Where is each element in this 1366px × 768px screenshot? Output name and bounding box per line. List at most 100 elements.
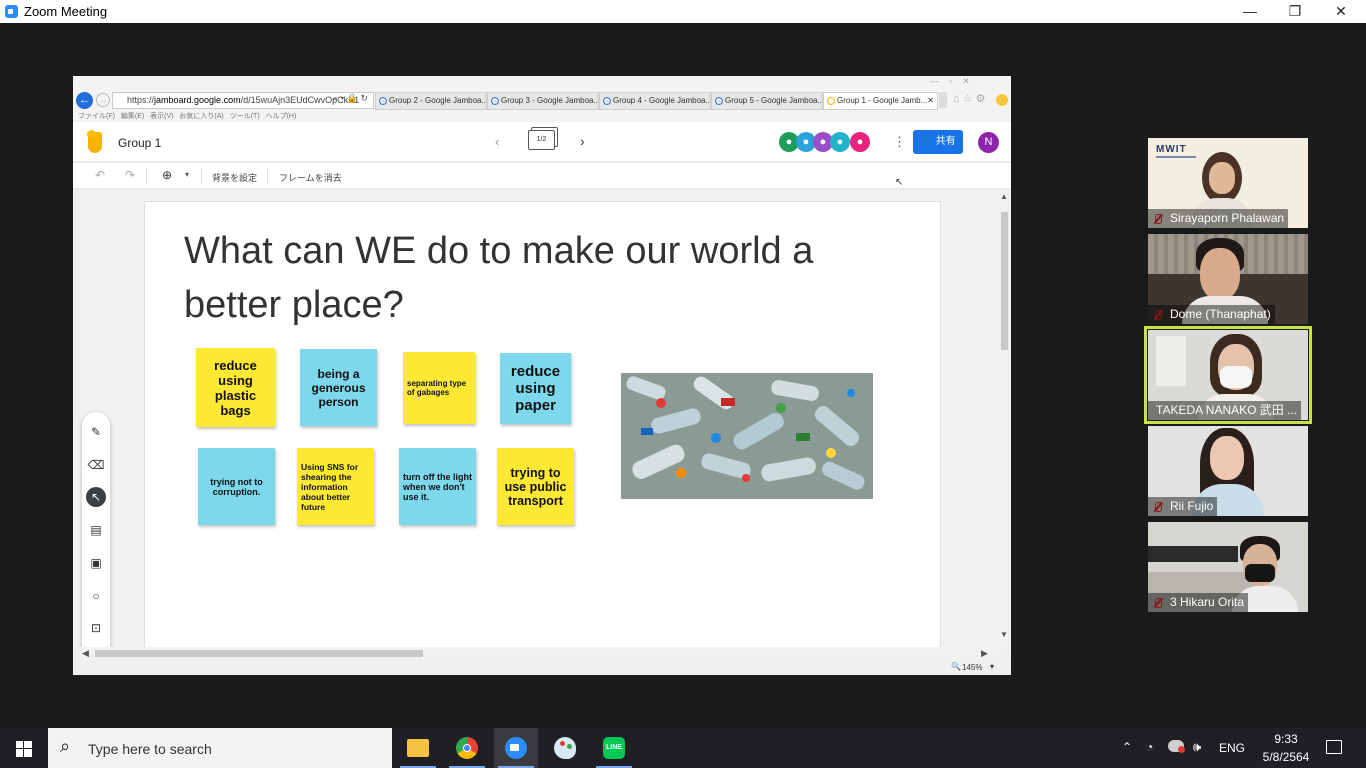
taskbar-zoom[interactable] (494, 728, 538, 768)
notification-center-icon[interactable] (1326, 740, 1342, 754)
back-button[interactable]: ← (76, 92, 93, 109)
scroll-down-icon[interactable]: ▼ (1000, 630, 1008, 639)
search-placeholder: Type here to search (88, 741, 212, 757)
sticky-note[interactable]: reduce using plastic bags (196, 348, 275, 427)
volume-icon[interactable]: 🕪 (1193, 739, 1201, 755)
frame-counter[interactable]: 1/2 (528, 130, 555, 150)
jamboard-toolbar: ↶ ↷ ⊕ ▾ 背景を設定 フレームを消去 ↖ (73, 163, 1011, 189)
horizontal-scrollbar[interactable]: ◀ ▶ (73, 647, 998, 660)
browser-tab[interactable]: Group 4 - Google Jamboa... (599, 92, 711, 110)
browser-menu-bar[interactable]: ファイル(F) 編集(E) 表示(V) お気に入り(A) ツール(T) ヘルプ(… (73, 111, 1011, 122)
zoom-icon[interactable]: ⊕ (162, 168, 172, 182)
undo-icon[interactable]: ↶ (95, 168, 105, 182)
taskbar-search-box[interactable]: ⌕ Type here to search (48, 728, 392, 768)
jamboard-frame[interactable]: What can WE do to make our world a bette… (144, 201, 941, 651)
smiley-icon[interactable] (996, 94, 1008, 106)
browser-tab-active[interactable]: Group 1 - Google Jamb... ✕ (823, 92, 938, 110)
taskbar-file-explorer[interactable] (396, 728, 440, 768)
taskbar-paint[interactable] (543, 728, 587, 768)
file-explorer-icon (407, 739, 429, 757)
plastic-bottles-image[interactable] (621, 373, 873, 499)
zoom-dropdown-icon[interactable]: ▾ (185, 170, 189, 179)
sticky-note[interactable]: trying not to corruption. (198, 448, 275, 525)
participant-video-active[interactable]: TAKEDA NANAKO 武田 ... (1148, 330, 1308, 420)
next-frame-icon[interactable]: › (580, 133, 585, 149)
select-icon[interactable]: ↖ (86, 487, 106, 507)
window-title: Zoom Meeting (24, 4, 108, 19)
browser-tab[interactable]: Group 3 - Google Jamboa... (487, 92, 599, 110)
scroll-thumb[interactable] (95, 650, 423, 657)
more-options-icon[interactable]: ⋮ (893, 134, 906, 150)
participant-video[interactable]: Rii Fujio (1148, 426, 1308, 516)
eraser-icon[interactable]: ⌫ (86, 455, 106, 475)
line-app-icon: LINE (603, 737, 625, 759)
tab-favicon-icon (715, 97, 723, 105)
home-star-gear-icons[interactable]: ⌂ ☆ ⚙ (953, 92, 985, 105)
clock-time[interactable]: 9:33 (1259, 732, 1313, 746)
pen-icon[interactable]: ✎ (86, 422, 106, 442)
clock-date[interactable]: 5/8/2564 (1253, 750, 1319, 764)
person-add-icon: 👤 (920, 136, 933, 147)
sticky-note[interactable]: trying to use public transport (497, 448, 574, 525)
circle-shape-icon[interactable]: ○ (86, 586, 106, 606)
set-background-button[interactable]: 背景を設定 (212, 171, 257, 184)
scroll-thumb[interactable] (1001, 212, 1008, 350)
toolbar-divider (146, 168, 147, 184)
browser-address-bar: ← → https://jamboard.google.com/d/15wuAj… (73, 90, 1011, 111)
ie-window-controls[interactable]: — ▫ ✕ (930, 76, 970, 87)
sticky-note-icon[interactable]: ▤ (86, 520, 106, 540)
wall-poster (1156, 336, 1186, 386)
mouse-cursor-icon: ↖ (895, 177, 904, 188)
vertical-scrollbar[interactable]: ▲ ▼ (998, 190, 1011, 651)
clear-frame-button[interactable]: フレームを消去 (279, 171, 342, 184)
document-title[interactable]: Group 1 (118, 136, 161, 150)
sticky-note[interactable]: Using SNS for shearing the information a… (297, 448, 374, 525)
sticky-note[interactable]: being a generous person (300, 349, 377, 426)
scroll-left-icon[interactable]: ◀ (82, 648, 89, 659)
scroll-up-icon[interactable]: ▲ (1000, 192, 1008, 201)
close-button[interactable]: ✕ (1329, 2, 1353, 20)
canvas-area: What can WE do to make our world a bette… (73, 190, 1011, 671)
search-lock-refresh-icons[interactable]: ⌕ ▾ 🔒 ↻ (333, 93, 368, 104)
board-title-text[interactable]: What can WE do to make our world a bette… (184, 224, 884, 332)
prev-frame-icon[interactable]: ‹ (495, 134, 499, 149)
tab-favicon-icon (379, 97, 387, 105)
zoom-level[interactable]: 145% (962, 663, 982, 672)
taskbar-line[interactable]: LINE (592, 728, 636, 768)
redo-icon[interactable]: ↷ (125, 168, 135, 182)
new-tab-button[interactable] (939, 92, 947, 108)
windows-start-icon[interactable] (16, 741, 32, 757)
language-indicator[interactable]: ENG (1219, 741, 1245, 755)
sticky-note[interactable]: turn off the light when we don't use it. (399, 448, 476, 525)
zoom-dropdown-icon[interactable]: ▾ (990, 662, 994, 671)
onedrive-error-badge (1178, 746, 1185, 753)
text-box-icon[interactable]: ⊡ (86, 618, 106, 638)
participant-video[interactable]: 3 Hikaru Orita (1148, 522, 1308, 612)
zoom-app-icon (5, 5, 18, 18)
image-icon[interactable]: ▣ (86, 553, 106, 573)
restore-button[interactable]: ❐ (1283, 2, 1307, 20)
browser-tab[interactable]: Group 2 - Google Jamboa... (375, 92, 487, 110)
zoom-titlebar: Zoom Meeting — ❐ ✕ (0, 0, 1366, 23)
toolbar-divider (267, 168, 268, 184)
user-avatar[interactable]: N (978, 132, 999, 153)
forward-button[interactable]: → (96, 93, 110, 107)
participant-face (1209, 162, 1235, 194)
scroll-right-icon[interactable]: ▶ (981, 648, 988, 659)
sticky-note[interactable]: separating type of gabages (403, 352, 475, 424)
tab-favicon-icon (491, 97, 499, 105)
participant-video[interactable]: Dome (Thanaphat) (1148, 234, 1308, 324)
taskbar-chrome[interactable] (445, 728, 489, 768)
collaborator-avatar[interactable]: ● (830, 132, 850, 152)
collaborator-avatar[interactable]: ● (850, 132, 870, 152)
minimize-button[interactable]: — (1238, 2, 1262, 20)
show-hidden-icons-chevron-icon[interactable]: ⌃ (1122, 740, 1132, 754)
tab-favicon-icon (603, 97, 611, 105)
sticky-note[interactable]: reduce using paper (500, 353, 571, 424)
participant-video[interactable]: MWIT Sirayaporn Phalawan (1148, 138, 1308, 228)
share-button[interactable]: 👤 共有 (913, 130, 963, 154)
participant-name: Dome (Thanaphat) (1148, 305, 1275, 324)
tab-close-icon[interactable]: ✕ (927, 93, 934, 109)
wifi-icon[interactable]: ◔ (1146, 740, 1153, 754)
browser-tab[interactable]: Group 5 - Google Jamboa... (711, 92, 823, 110)
